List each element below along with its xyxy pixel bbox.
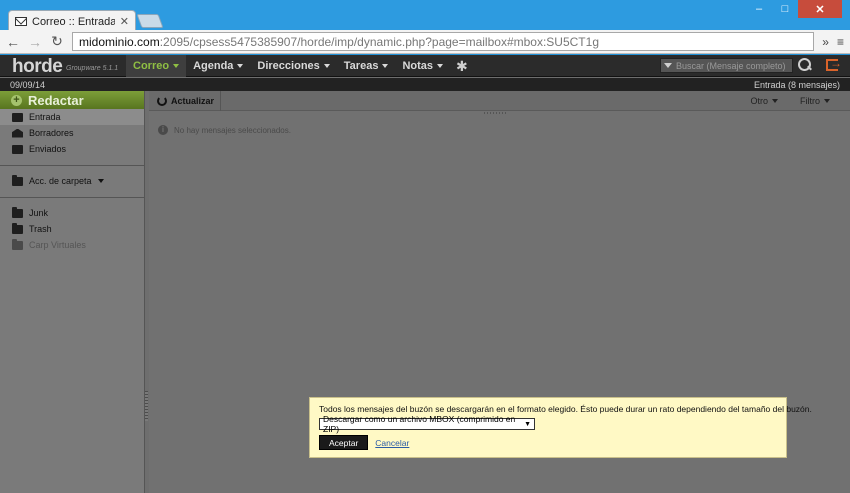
- folder-actions-label: Acc. de carpeta: [29, 176, 92, 186]
- sidebar-item-label: Entrada: [29, 112, 61, 122]
- chevron-down-icon: [824, 99, 830, 103]
- menu-tareas[interactable]: Tareas: [337, 55, 396, 77]
- download-mailbox-dialog: Todos los mensajes del buzón se descarga…: [309, 397, 812, 458]
- menu-tareas-label: Tareas: [343, 60, 379, 72]
- no-selection-text: No hay mensajes seleccionados.: [174, 125, 291, 135]
- refresh-label: Actualizar: [171, 95, 215, 106]
- browser-toolbar: ← → ↻ midominio.com:2095/cpsess547538590…: [0, 30, 850, 54]
- compose-label: Redactar: [28, 92, 84, 108]
- menu-correo-label: Correo: [133, 60, 170, 72]
- menu-direcciones[interactable]: Direcciones: [250, 55, 336, 77]
- menu-correo[interactable]: Correo: [126, 55, 187, 77]
- folder-icon: [12, 222, 23, 234]
- chevron-down-icon: [323, 64, 330, 68]
- tab-title: Correo :: Entrada: [32, 15, 115, 28]
- reload-icon[interactable]: ↻: [50, 33, 64, 50]
- sidebar-item-label: Enviados: [29, 144, 67, 154]
- close-window-button[interactable]: ✕: [798, 0, 842, 18]
- pane-resize-handle[interactable]: [484, 112, 506, 114]
- horde-logo[interactable]: horde: [12, 56, 63, 78]
- sidebar-item-entrada[interactable]: Entrada: [0, 109, 144, 125]
- maximize-button[interactable]: □: [772, 0, 798, 18]
- horde-topbar: horde Groupware 5.1.1 Correo Agenda Dire…: [0, 55, 850, 77]
- current-date: 09/09/14: [10, 79, 46, 90]
- chevron-down-icon: [437, 64, 443, 68]
- sidebar-item-enviados[interactable]: Enviados: [0, 141, 144, 157]
- folder-icon: [12, 206, 23, 218]
- menu-notas[interactable]: Notas: [395, 55, 450, 77]
- search-options-icon[interactable]: [664, 63, 672, 68]
- chevron-down-icon: [97, 179, 104, 183]
- sent-icon: [12, 144, 23, 154]
- tab-close-icon[interactable]: ✕: [120, 15, 129, 28]
- sidebar-item-label: Trash: [29, 224, 52, 234]
- menu-notas-label: Notas: [402, 60, 433, 72]
- status-bar: 09/09/14 Entrada (8 mensajes): [0, 78, 850, 91]
- search-icon[interactable]: [797, 57, 813, 73]
- download-format-value: Descargar como un archivo MBOX (comprimi…: [323, 414, 516, 434]
- browser-menu-icon[interactable]: ≡: [837, 35, 844, 49]
- filter-menu[interactable]: Filtro: [800, 96, 830, 106]
- no-selection-message: i No hay mensajes seleccionados.: [149, 111, 850, 135]
- gear-icon[interactable]: ✱: [450, 55, 474, 77]
- sidebar-item-virtual-folders[interactable]: Carp Virtuales: [0, 237, 144, 253]
- other-menu[interactable]: Otro: [750, 96, 778, 106]
- folder-actions-menu[interactable]: Acc. de carpeta: [0, 173, 144, 189]
- sidebar-item-label: Borradores: [29, 128, 74, 138]
- menu-agenda-label: Agenda: [193, 60, 234, 72]
- drafts-icon: [12, 128, 23, 138]
- refresh-button[interactable]: Actualizar: [157, 90, 222, 111]
- mailbox-toolbar: Actualizar Otro Filtro: [149, 90, 850, 111]
- browser-tabstrip: Correo :: Entrada ✕ – □ ✕: [0, 0, 850, 32]
- other-label: Otro: [750, 96, 768, 106]
- sidebar-item-label: Carp Virtuales: [29, 240, 86, 250]
- chevron-down-icon: [382, 64, 389, 68]
- divider: [0, 197, 144, 198]
- forward-icon[interactable]: →: [28, 34, 42, 50]
- window-controls: – □ ✕: [746, 0, 842, 18]
- url-path: :2095/cpsess5475385907/horde/imp/dynamic…: [159, 34, 599, 49]
- download-format-select[interactable]: Descargar como un archivo MBOX (comprimi…: [319, 414, 535, 434]
- sidebar-item-label: Junk: [29, 208, 49, 218]
- chevron-down-icon: [173, 64, 180, 68]
- search-placeholder: Buscar (Mensaje completo): [676, 60, 786, 71]
- horde-app: horde Groupware 5.1.1 Correo Agenda Dire…: [0, 55, 850, 493]
- sidebar-resize-handle[interactable]: [145, 391, 148, 421]
- filter-label: Filtro: [800, 96, 820, 106]
- menu-direcciones-label: Direcciones: [257, 60, 320, 72]
- minimize-button[interactable]: –: [746, 0, 772, 18]
- sidebar-item-junk[interactable]: Junk: [0, 205, 144, 221]
- cancel-link[interactable]: Cancelar: [375, 438, 409, 448]
- chevron-down-icon: ▼: [524, 420, 531, 428]
- accept-button[interactable]: Aceptar: [319, 435, 369, 450]
- url-host: midominio.com: [79, 34, 160, 49]
- browser-tab[interactable]: Correo :: Entrada ✕: [8, 10, 136, 32]
- back-icon[interactable]: ←: [6, 34, 20, 50]
- address-bar[interactable]: midominio.com:2095/cpsess5475385907/hord…: [72, 32, 815, 51]
- plus-icon: +: [11, 94, 22, 106]
- menu-agenda[interactable]: Agenda: [186, 55, 250, 77]
- refresh-icon: [157, 95, 167, 106]
- search-input[interactable]: Buscar (Mensaje completo): [660, 58, 793, 73]
- compose-button[interactable]: + Redactar: [0, 91, 144, 109]
- new-tab-button[interactable]: [136, 14, 164, 28]
- sidebar-item-trash[interactable]: Trash: [0, 221, 144, 237]
- folder-icon: [12, 174, 23, 186]
- sidebar: + Redactar Entrada Borradores Enviados A…: [0, 91, 145, 493]
- main-menu: Correo Agenda Direcciones Tareas Notas ✱: [126, 55, 474, 77]
- divider: [0, 165, 144, 166]
- mail-icon: [15, 17, 27, 26]
- horde-version: Groupware 5.1.1: [66, 65, 119, 72]
- chevron-down-icon: [237, 64, 244, 68]
- logout-icon[interactable]: [826, 56, 842, 71]
- overflow-icon[interactable]: »: [822, 35, 829, 49]
- sidebar-item-borradores[interactable]: Borradores: [0, 125, 144, 141]
- inbox-icon: [12, 112, 23, 122]
- chevron-down-icon: [772, 99, 778, 103]
- info-icon: i: [158, 125, 168, 135]
- dialog-message: Todos los mensajes del buzón se descarga…: [319, 404, 812, 414]
- virtual-folder-icon: [12, 238, 23, 250]
- mailbox-status: Entrada (8 mensajes): [753, 79, 840, 90]
